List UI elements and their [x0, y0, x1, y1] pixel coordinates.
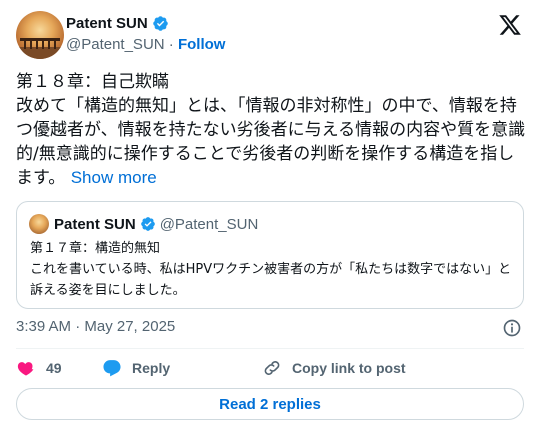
follow-button[interactable]: Follow: [178, 36, 226, 53]
x-logo-icon[interactable]: [498, 13, 522, 37]
author-handle-row: @Patent_SUN · Follow: [66, 36, 225, 53]
reply-button[interactable]: Reply: [102, 358, 262, 378]
avatar[interactable]: [16, 11, 64, 59]
author-name-row: Patent SUN: [66, 15, 169, 32]
reply-label: Reply: [132, 360, 171, 376]
like-count: 49: [46, 360, 62, 376]
tweet-timestamp[interactable]: 3:39 AM · May 27, 2025: [16, 318, 175, 335]
copy-link-button[interactable]: Copy link to post: [262, 358, 406, 378]
info-icon[interactable]: [502, 318, 522, 338]
like-button[interactable]: 49: [16, 358, 102, 378]
link-icon: [264, 361, 280, 375]
handle-separator: ·: [168, 36, 174, 53]
verified-badge-icon: [140, 217, 155, 231]
author-display-name[interactable]: Patent SUN: [66, 15, 148, 32]
reply-bubble-icon: [103, 360, 121, 377]
tweet-text: 第１８章：自己欺瞞 改めて「構造的無知」とは、「情報の非対称性」の中で、情報を持…: [16, 70, 531, 190]
quoted-tweet[interactable]: Patent SUN @Patent_SUN 第１７章：構造的無知 これを書いて…: [16, 201, 524, 309]
tweet-embed-card: Patent SUN @Patent_SUN · Follow 第１８章：自己欺…: [0, 0, 540, 435]
quoted-tweet-header: Patent SUN @Patent_SUN: [29, 214, 258, 234]
quoted-tweet-text: 第１７章：構造的無知 これを書いている時、私はHPVワクチン被害者の方が「私たち…: [30, 241, 512, 298]
quoted-handle: @Patent_SUN: [159, 215, 259, 233]
quoted-avatar: [29, 214, 49, 234]
show-more-link[interactable]: Show more: [71, 168, 157, 187]
divider: [16, 348, 524, 349]
heart-icon: [17, 362, 34, 376]
copy-link-label: Copy link to post: [292, 360, 406, 376]
read-replies-button[interactable]: Read 2 replies: [16, 388, 524, 420]
author-handle[interactable]: @Patent_SUN: [66, 36, 165, 53]
quoted-display-name: Patent SUN: [54, 215, 136, 233]
verified-badge-icon: [152, 16, 168, 31]
action-bar: 49 Reply Copy link to post: [16, 356, 406, 380]
